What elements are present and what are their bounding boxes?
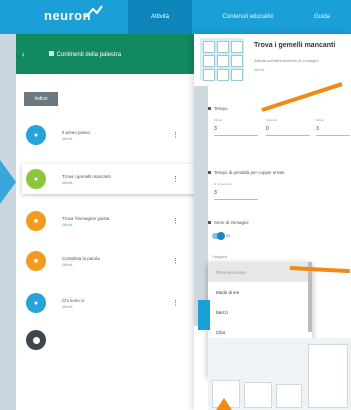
plus-dot-icon (32, 336, 40, 344)
activity-panel: ‹ Continenti della palestra Indice ● Il … (16, 34, 200, 410)
left-pointer-arrow (0, 160, 16, 204)
gallery-image[interactable] (244, 382, 272, 408)
field-caption: Minuti (316, 118, 325, 122)
activity-icon: ■ (26, 211, 46, 231)
nav-tab-activities[interactable]: Attività (128, 0, 192, 34)
section-penalty-label: Tempo di penalità per coppie errate (208, 170, 285, 175)
dropdown-scrollbar[interactable] (308, 262, 312, 332)
panel-header: ‹ Continenti della palestra (16, 34, 196, 74)
callout-arrow-head-icon (216, 398, 232, 410)
field-caption: N. di secondi (214, 182, 232, 186)
nav-tab-contents[interactable]: Contenuti educativi (210, 0, 286, 34)
activity-title: Trova i gemelli mancanti (62, 173, 111, 179)
top-navigation-bar: neuron Attività Contenuti educativi Guid… (0, 0, 351, 34)
activity-subtitle: Attività (62, 136, 73, 141)
activity-item-selected[interactable]: ● Trova i gemelli mancanti Attività ⋮ (22, 164, 200, 194)
dropdown-option[interactable]: Modo di ieri (208, 282, 312, 302)
add-activity-button[interactable] (26, 330, 46, 350)
side-blue-tab[interactable] (198, 300, 210, 330)
activity-glyph: ● (33, 299, 39, 307)
activity-title: Il primo passo (62, 129, 91, 135)
section-series-text: Serie di immagini (214, 220, 249, 225)
section-penalty-text: Tempo di penalità per coppie errate (214, 170, 285, 175)
back-arrow-icon[interactable]: ‹ (22, 50, 25, 59)
bullet-icon (208, 171, 211, 174)
square-icon (48, 50, 54, 56)
activity-title: Completa la parola (62, 255, 100, 261)
field-value: 0 (266, 126, 269, 132)
activity-subtitle: Attività (62, 262, 73, 267)
series-toggle[interactable] (212, 232, 225, 240)
activity-icon: ● (26, 169, 46, 189)
activity-subtitle: Attività (62, 304, 73, 309)
field-value: 3 (214, 126, 217, 132)
activity-item[interactable]: ● Chi sono io Attività ⋮ (22, 288, 200, 318)
bullet-icon (208, 221, 211, 224)
minutes-field[interactable]: Minuti 3 (214, 118, 258, 136)
activity-glyph: ● (33, 175, 39, 183)
section-series-label: Serie di immagini (208, 220, 249, 225)
panel-title-text: Continenti della palestra (56, 51, 122, 58)
activity-icon: ■ (26, 251, 46, 271)
field-caption: Minuti (214, 118, 223, 122)
panel-title: Continenti della palestra (48, 50, 122, 58)
activity-title: Chi sono io (62, 297, 85, 303)
toggle-label: Sì (226, 233, 230, 238)
activity-icon: ● (26, 125, 46, 145)
nav-tab-guide[interactable]: Guida (300, 0, 344, 34)
activity-subtitle: Attività (62, 180, 73, 185)
more-menu-icon[interactable]: ⋮ (172, 131, 179, 139)
left-strip (0, 34, 16, 410)
field-value: 3 (214, 190, 217, 196)
field-caption: Secondi (266, 118, 277, 122)
activity-item[interactable]: ■ Completa la parola Attività ⋮ (22, 246, 200, 276)
gallery-image[interactable] (276, 384, 302, 408)
activity-glyph: ■ (33, 217, 39, 225)
minutes-field-2[interactable]: Minuti 3 (316, 118, 350, 136)
more-menu-icon[interactable]: ⋮ (172, 299, 179, 307)
more-menu-icon[interactable]: ⋮ (172, 217, 179, 225)
activity-item[interactable]: ● Il primo passo Attività ⋮ (22, 120, 200, 150)
modal-meta: Attività (254, 68, 265, 72)
activity-glyph: ■ (33, 257, 39, 265)
section-time-text: Tempo (214, 106, 228, 111)
activity-thumbnail (200, 38, 244, 81)
section-time-label: Tempo (208, 106, 228, 111)
bullet-icon (208, 107, 211, 110)
activity-glyph: ● (33, 131, 39, 139)
activity-title: Trova l'immagine giusta (62, 215, 110, 221)
modal-subtitle: Attività sull'abbinamento di immagini (254, 58, 319, 63)
index-button[interactable]: Indice (24, 92, 58, 106)
activity-subtitle: Attività (62, 222, 73, 227)
penalty-seconds-field[interactable]: N. di secondi 3 (214, 182, 258, 200)
modal-side-strip (194, 86, 208, 326)
activity-icon: ● (26, 293, 46, 313)
modal-title: Trova i gemelli mancanti (254, 42, 336, 49)
more-menu-icon[interactable]: ⋮ (172, 257, 179, 265)
dropdown-option[interactable]: Preselezionare (208, 262, 312, 282)
index-button-label: Indice (34, 96, 48, 102)
field-value: 3 (316, 126, 319, 132)
gallery-image[interactable] (308, 344, 348, 408)
more-menu-icon[interactable]: ⋮ (172, 175, 179, 183)
dropdown-option[interactable]: Mezzi (208, 302, 312, 322)
seconds-field[interactable]: Secondi 0 (266, 118, 310, 136)
activity-item[interactable]: ■ Trova l'immagine giusta Attività ⋮ (22, 206, 200, 236)
bird-logo-icon (85, 5, 103, 18)
